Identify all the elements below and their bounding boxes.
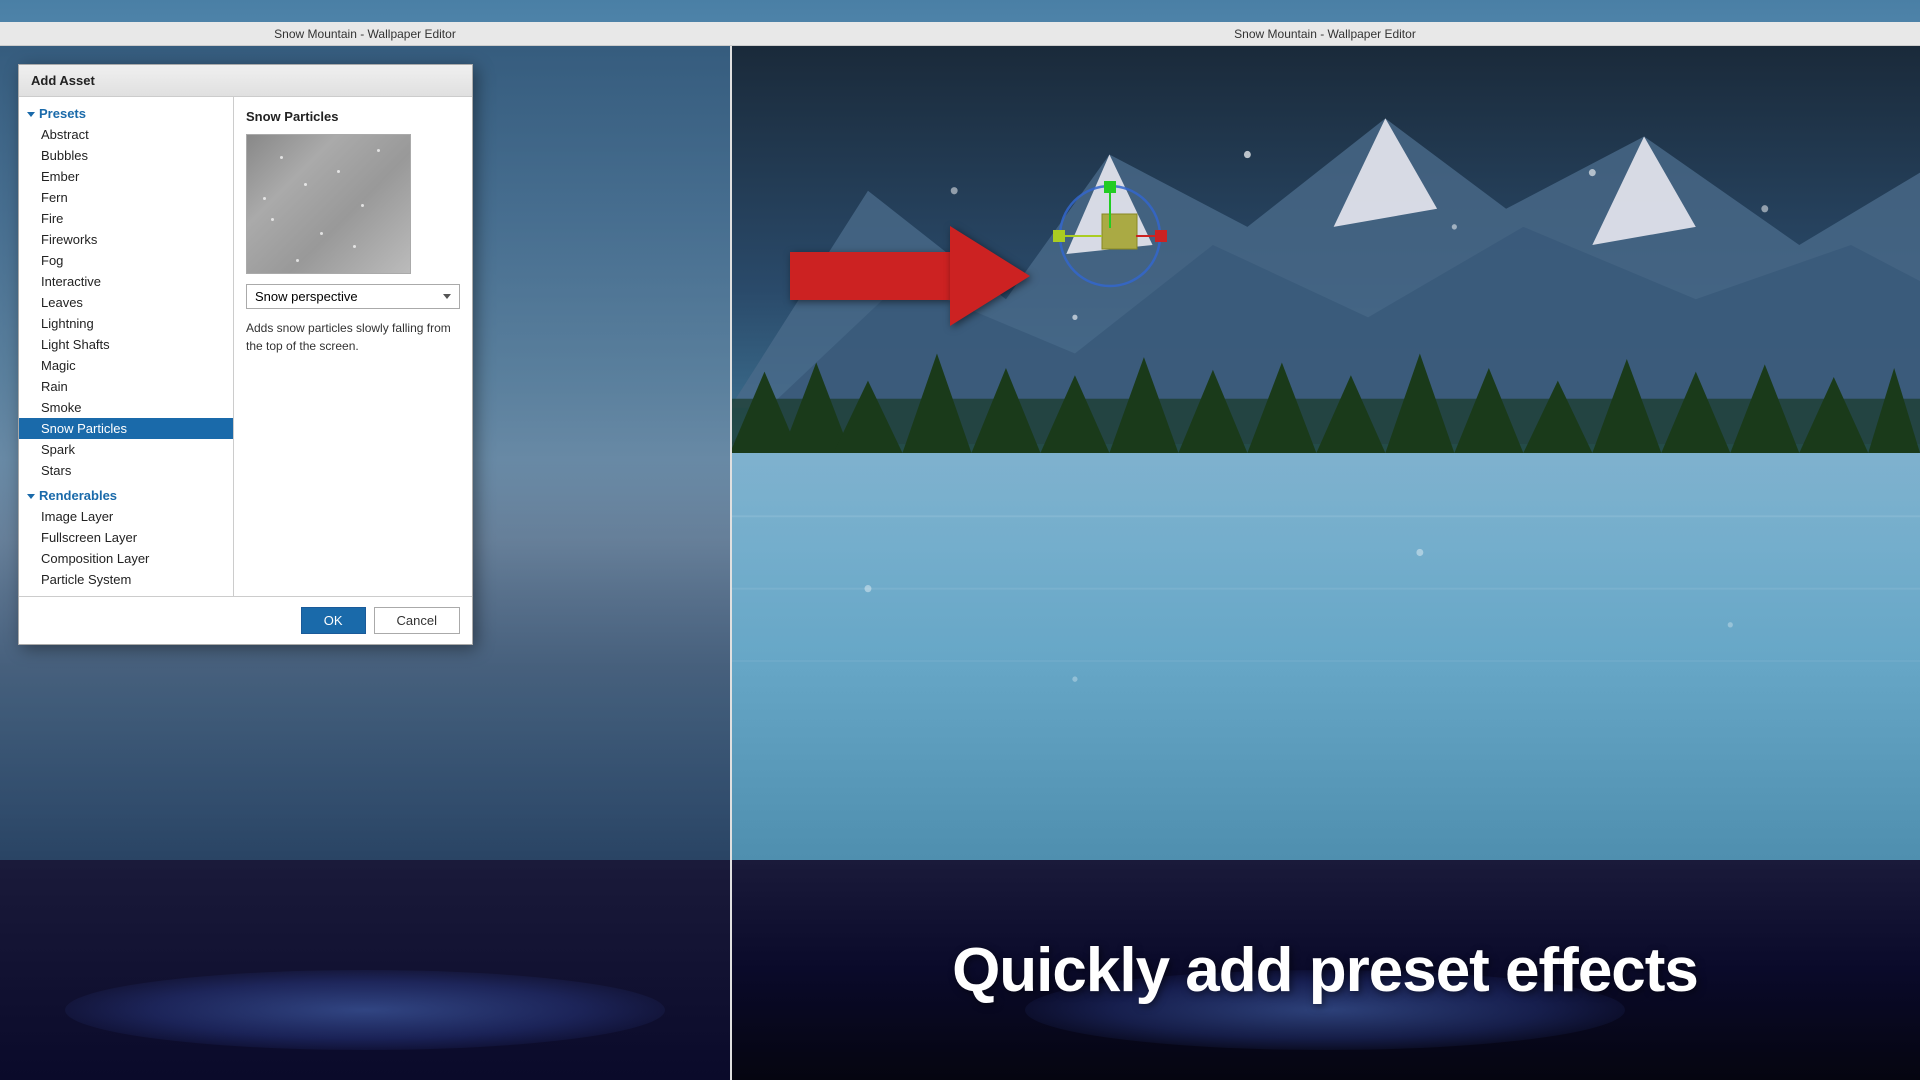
list-item-fog[interactable]: Fog — [19, 250, 233, 271]
list-item-rain[interactable]: Rain — [19, 376, 233, 397]
dialog-overlay: Add Asset Presets Abstract Bubbles Ember… — [0, 46, 1920, 1080]
preset-dropdown[interactable]: Snow perspective — [246, 284, 460, 309]
presets-category-header[interactable]: Presets — [19, 103, 233, 124]
renderables-category-header[interactable]: Renderables — [19, 485, 233, 506]
list-item-fern[interactable]: Fern — [19, 187, 233, 208]
titlebar-left-text: Snow Mountain - Wallpaper Editor — [274, 27, 456, 41]
list-item-magic[interactable]: Magic — [19, 355, 233, 376]
preview-particle-7 — [353, 245, 356, 248]
renderables-expand-icon — [27, 494, 35, 499]
preview-particle-6 — [320, 232, 323, 235]
ok-button[interactable]: OK — [301, 607, 366, 634]
bottom-headline: Quickly add preset effects — [952, 935, 1698, 1006]
dialog-body: Presets Abstract Bubbles Ember Fern Fire… — [19, 97, 472, 596]
presets-expand-icon — [27, 112, 35, 117]
dialog-title-text: Add Asset — [31, 73, 95, 88]
titlebar-right-text: Snow Mountain - Wallpaper Editor — [1234, 27, 1416, 41]
list-item-abstract[interactable]: Abstract — [19, 124, 233, 145]
list-item-snow-particles[interactable]: Snow Particles — [19, 418, 233, 439]
preview-particle-5 — [271, 218, 274, 221]
list-item-fireworks[interactable]: Fireworks — [19, 229, 233, 250]
list-item-composition-layer[interactable]: Composition Layer — [19, 548, 233, 569]
dialog-titlebar: Add Asset — [19, 65, 472, 97]
list-item-fullscreen-layer[interactable]: Fullscreen Layer — [19, 527, 233, 548]
preview-particle-4 — [361, 204, 364, 207]
dialog-right-panel: Snow Particles Snow pe — [234, 97, 472, 596]
presets-label: Presets — [39, 106, 86, 121]
preview-particle-8 — [377, 149, 380, 152]
preview-particle-10 — [296, 259, 299, 262]
cancel-button[interactable]: Cancel — [374, 607, 460, 634]
preset-dropdown-value: Snow perspective — [255, 289, 358, 304]
list-item-smoke[interactable]: Smoke — [19, 397, 233, 418]
list-item-light-shafts[interactable]: Light Shafts — [19, 334, 233, 355]
list-item-stars[interactable]: Stars — [19, 460, 233, 481]
list-item-fire[interactable]: Fire — [19, 208, 233, 229]
list-item-image-layer[interactable]: Image Layer — [19, 506, 233, 527]
list-item-spark[interactable]: Spark — [19, 439, 233, 460]
dropdown-arrow-icon — [443, 294, 451, 299]
list-item-ember[interactable]: Ember — [19, 166, 233, 187]
add-asset-dialog: Add Asset Presets Abstract Bubbles Ember… — [18, 64, 473, 645]
list-item-particle-system[interactable]: Particle System — [19, 569, 233, 590]
list-item-interactive[interactable]: Interactive — [19, 271, 233, 292]
titlebar-left: Snow Mountain - Wallpaper Editor — [0, 22, 730, 46]
preview-image — [246, 134, 411, 274]
preset-description: Adds snow particles slowly falling from … — [246, 319, 460, 355]
preview-particle-3 — [304, 183, 307, 186]
preview-particle-2 — [337, 170, 340, 173]
panel-title: Snow Particles — [246, 109, 460, 124]
panel-divider — [730, 46, 732, 1080]
list-item-bubbles[interactable]: Bubbles — [19, 145, 233, 166]
renderables-label: Renderables — [39, 488, 117, 503]
preview-particle-1 — [280, 156, 283, 159]
preview-particle-9 — [263, 197, 266, 200]
dialog-left-panel[interactable]: Presets Abstract Bubbles Ember Fern Fire… — [19, 97, 234, 596]
list-item-leaves[interactable]: Leaves — [19, 292, 233, 313]
list-item-lightning[interactable]: Lightning — [19, 313, 233, 334]
dialog-footer: OK Cancel — [19, 596, 472, 644]
titlebar-right: Snow Mountain - Wallpaper Editor — [730, 22, 1920, 46]
